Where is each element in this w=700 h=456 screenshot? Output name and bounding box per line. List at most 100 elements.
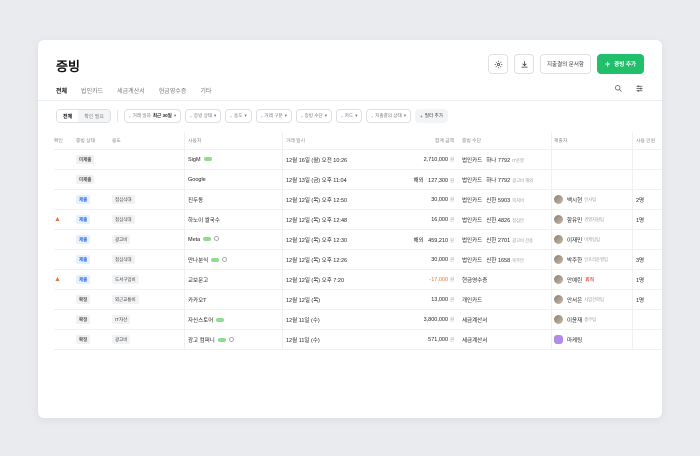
table-cell: SigM xyxy=(188,150,268,169)
filter-chip-0[interactable]: ▫ 거래 일자 최근 30일 ▾ xyxy=(124,109,182,123)
add-evidence-button[interactable]: + 증빙 추가 xyxy=(596,54,644,74)
settings-button[interactable] xyxy=(488,54,508,74)
tab-0[interactable]: 전체 xyxy=(56,86,68,101)
amount: -17,000 원 xyxy=(429,277,454,283)
tab-2[interactable]: 세금계산서 xyxy=(117,86,145,95)
table-cell: 2명 xyxy=(636,190,662,209)
table-cell: 1명 xyxy=(636,290,662,309)
table-cell: 도서구입비 xyxy=(112,270,172,289)
amount-value: -17,000 xyxy=(429,276,449,283)
payment-method: 세금계산서 xyxy=(462,336,487,344)
table-cell: 자신스토어 xyxy=(188,310,268,329)
column-header-6[interactable]: 증빙 수단 xyxy=(462,132,552,149)
filter-chip-1[interactable]: ▫ 증빙 상태 ▾ xyxy=(185,109,222,123)
filter-chip-icon: ▫ xyxy=(341,113,343,119)
tab-bar: 전체 법인카드 세금계산서 현금영수증 기타 xyxy=(56,86,211,101)
method-detail: 하나 7792 xyxy=(486,177,511,184)
submitter-name: 이윤재 xyxy=(567,317,583,324)
table-cell: 12월 12일 (목) 오후 7:20 xyxy=(286,270,386,289)
table-cell: 카카오T xyxy=(188,290,268,309)
column-header-3[interactable]: 사용처 xyxy=(188,132,268,149)
payment-method: 법인카드 신한 5903 복지비 xyxy=(462,196,524,204)
column-header-5[interactable]: 합계 금액 xyxy=(372,132,454,149)
amount-value: 13,000 xyxy=(431,296,449,303)
method-name: 현금영수증 xyxy=(462,277,488,284)
table-cell: 12월 12일 (목) 오후 12:50 xyxy=(286,190,386,209)
segment-option-0[interactable]: 전체 xyxy=(57,110,79,122)
filter-chip-4[interactable]: ▫ 증빙 수단 ▾ xyxy=(295,109,333,123)
column-separator xyxy=(282,270,283,289)
gear-icon xyxy=(494,60,502,68)
column-header-8[interactable]: 사용 인원 xyxy=(636,132,662,149)
amount-unit: 원 xyxy=(450,316,454,322)
amount-prefix: 해외 xyxy=(413,177,426,184)
search-icon[interactable] xyxy=(614,84,623,93)
tab-3[interactable]: 현금영수증 xyxy=(159,86,187,95)
table-row[interactable]: 확정광고비광고 컴퍼니12월 11일 (수)571,000원세금계산서마케팅20… xyxy=(54,330,662,350)
table-row[interactable]: 미제출 Google 12월 13일 (금) 오후 11:04 해외 127,300 원… xyxy=(54,170,662,190)
amount: 30,000 원 xyxy=(431,257,454,263)
filter-chip-2[interactable]: ▫ 용도 ▾ xyxy=(225,109,252,123)
column-separator xyxy=(282,310,283,329)
segment-option-1[interactable]: 확인 필요 xyxy=(78,110,110,122)
method-name: 개인카드 xyxy=(462,297,483,304)
download-button[interactable] xyxy=(514,54,534,74)
table-row[interactable]: 확정 IT자산 자신스토어 12월 11일 (수) 3,800,000 원 세금계산서 이윤재… xyxy=(54,310,662,330)
amount-unit: 원 xyxy=(450,216,454,222)
filter-chip-3[interactable]: ▫ 거래 구분 ▾ xyxy=(255,109,292,123)
headcount: 1명 xyxy=(636,297,645,304)
toggle-icon xyxy=(217,337,226,342)
header-actions: 지출결의 문서함 + 증빙 추가 xyxy=(488,54,644,74)
table-row[interactable]: 제출 점심식대 만나분식 12월 12일 (목) 오후 12:26 30,000 원 법인카… xyxy=(54,250,662,270)
table-row[interactable]: 확정 외근교통비 카카오T 12월 12일 (목) 13,000 원 개인카드 안서은 사업전략… xyxy=(54,290,662,310)
transaction-datetime: 12월 12일 (목) 오후 12:30 xyxy=(286,237,348,244)
transaction-datetime: 12월 12일 (목) 오후 12:26 xyxy=(286,257,348,264)
status-segment: 전체 확인 필요 xyxy=(56,109,111,123)
table-cell: 해외 127,300 원 xyxy=(372,170,455,189)
add-filter-label: 필터 추가 xyxy=(424,113,443,118)
column-separator xyxy=(282,132,283,149)
submit-docs-button[interactable]: 지출결의 문서함 xyxy=(540,54,591,74)
method-note: 광고비 전용 xyxy=(512,237,534,243)
table-row[interactable]: 제출 점심식대 진두동 12월 12일 (목) 오후 12:50 30,000 원 법인카드… xyxy=(54,190,662,210)
table-cell: 하노이 쌀국수 xyxy=(188,210,268,229)
purpose-tag: 점심식대 xyxy=(112,215,135,224)
merchant: 교보문고 xyxy=(188,276,208,284)
tab-4[interactable]: 기타 xyxy=(200,86,211,95)
filter-chip-5[interactable]: ▫ 카드 ▾ xyxy=(336,109,363,123)
column-settings-icon[interactable] xyxy=(635,84,644,93)
table-cell: 13,000 원 xyxy=(372,290,454,309)
column-separator xyxy=(632,190,633,209)
filter-chip-6[interactable]: ▫ 지출결의 상태 ▾ xyxy=(366,109,412,123)
avatar xyxy=(554,235,563,244)
method-detail: 신한 1658 xyxy=(486,257,511,264)
toggle-icon xyxy=(211,257,220,262)
table-row[interactable]: ▲ 제출 점심식대 하노이 쌀국수 12월 12일 (목) 오후 12:48 16,000… xyxy=(54,210,662,230)
column-header-2[interactable]: 용도 xyxy=(112,132,172,149)
merchant-name: 만나분식 xyxy=(188,257,209,264)
submitter: 이윤재 총무팀 xyxy=(554,315,596,324)
table-cell: 광고 컴퍼니 xyxy=(188,330,268,349)
table-row[interactable]: ▲ 제출 도서구입비 교보문고 12월 12일 (목) 오후 7:20 -17,000 원 현… xyxy=(54,270,662,290)
amount: 571,000 원 xyxy=(428,337,454,343)
merchant-name: 하노이 쌀국수 xyxy=(188,217,220,224)
submitter-flag: 휴직 xyxy=(585,278,595,283)
table-cell: 3명 xyxy=(636,250,662,269)
column-header-1[interactable]: 증빙 상태 xyxy=(76,132,106,149)
amount: 13,000 원 xyxy=(431,297,454,303)
merchant: 카카오T xyxy=(188,296,207,304)
filter-chip-icon: ▫ xyxy=(190,113,192,119)
table-row[interactable]: 미제출 SigM 12월 16일 (월) 오전 10:26 2,710,000 원 법인카… xyxy=(54,150,662,170)
column-header-0[interactable]: 확인 xyxy=(54,132,68,149)
table-cell: ▲ xyxy=(54,210,68,229)
toggle-icon xyxy=(203,237,212,241)
table-row[interactable]: 제출 광고비 Meta 12월 12일 (목) 오후 12:30 해외 459,210 원… xyxy=(54,230,662,250)
table-cell: 해외 459,210 원 xyxy=(372,230,455,249)
tab-1[interactable]: 법인카드 xyxy=(81,86,103,95)
merchant-name: 광고 컴퍼니 xyxy=(188,337,215,344)
add-filter-button[interactable]: + 필터 추가 xyxy=(415,109,448,123)
column-header-4[interactable]: 거래 일시 xyxy=(286,132,386,149)
merchant-name: 자신스토어 xyxy=(188,317,214,324)
column-header-7[interactable]: 제출자 xyxy=(554,132,634,149)
submitter-team: 마케팅팀 xyxy=(584,236,600,242)
